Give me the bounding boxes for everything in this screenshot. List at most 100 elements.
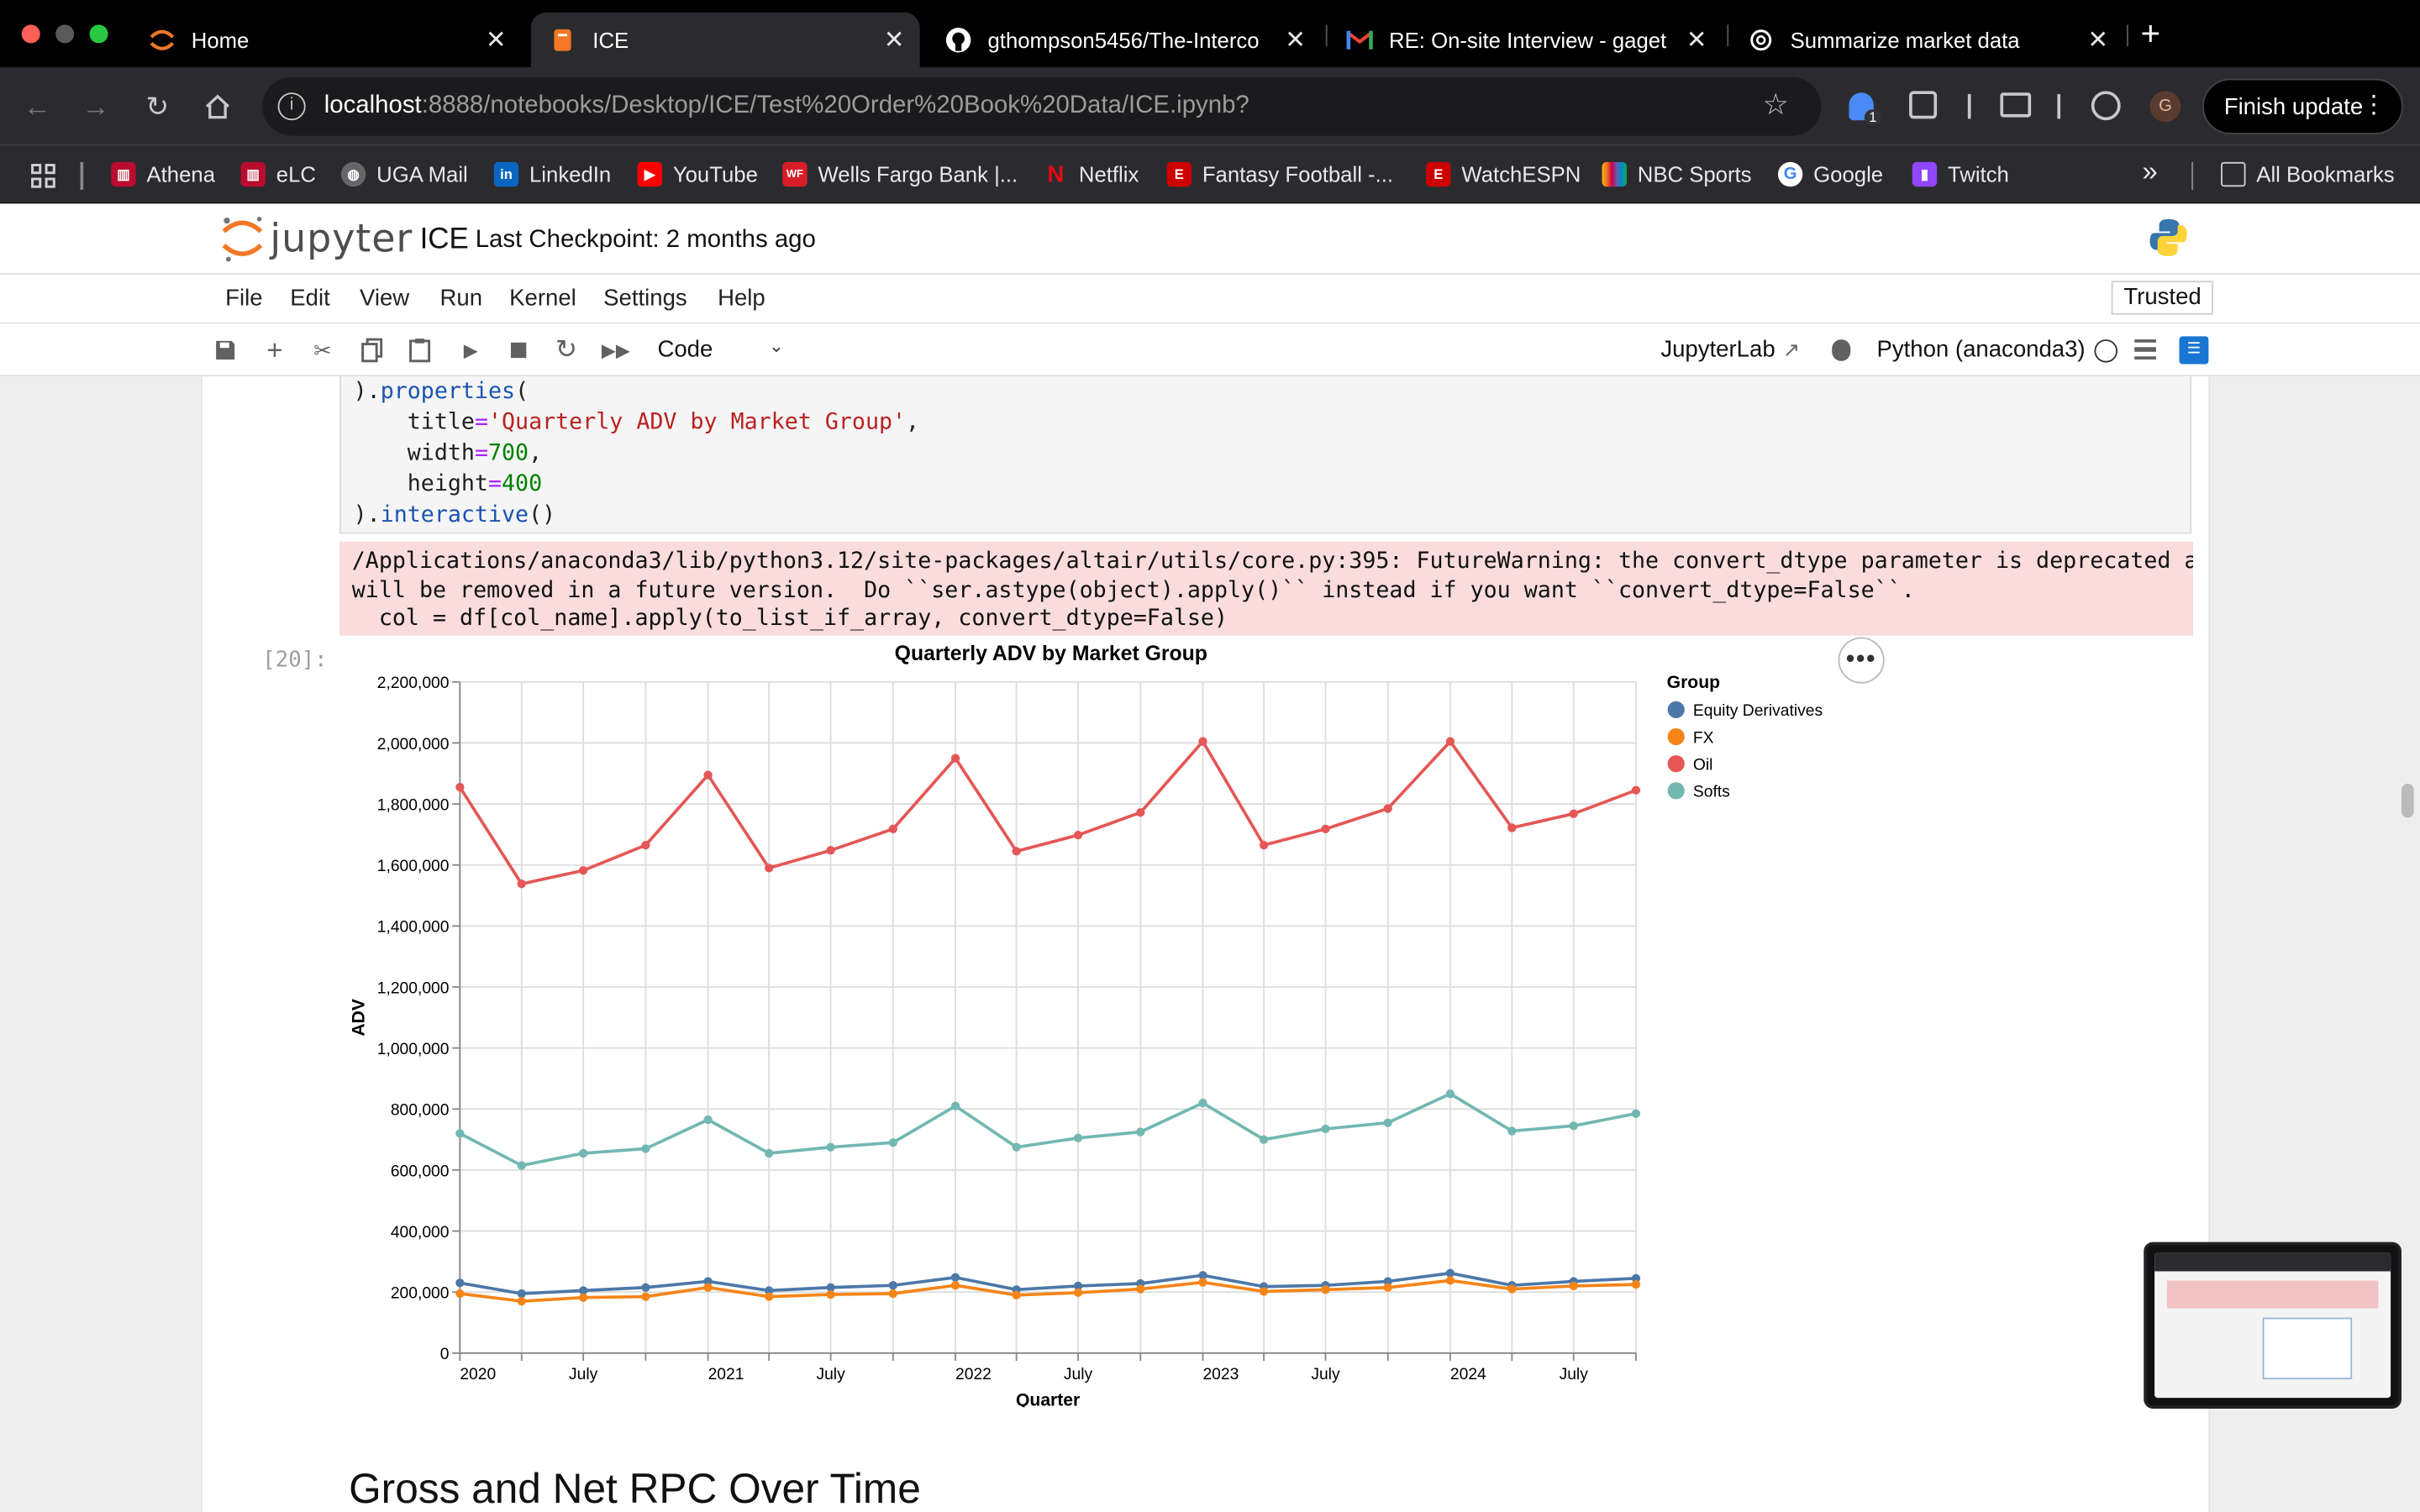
tab-ice[interactable]: ICE ✕ bbox=[530, 12, 920, 68]
notebook-name[interactable]: ICE bbox=[420, 223, 469, 257]
bookmark-elc[interactable]: ▥ eLC bbox=[240, 159, 316, 190]
minimize-window-button[interactable] bbox=[55, 24, 75, 44]
back-icon[interactable]: ← bbox=[15, 85, 58, 128]
menu-run[interactable]: Run bbox=[439, 286, 482, 312]
data-point[interactable] bbox=[1198, 1098, 1207, 1108]
data-point[interactable] bbox=[888, 1138, 897, 1147]
home-icon[interactable] bbox=[196, 85, 239, 128]
run-icon[interactable]: ▶ bbox=[457, 336, 485, 364]
data-point[interactable] bbox=[1383, 1283, 1392, 1292]
close-icon[interactable]: ✕ bbox=[1686, 24, 1707, 55]
data-point[interactable] bbox=[888, 824, 897, 834]
data-point[interactable] bbox=[1507, 1284, 1517, 1294]
jupyter-logo[interactable]: jupyter bbox=[219, 213, 412, 265]
data-point[interactable] bbox=[765, 864, 774, 873]
data-point[interactable] bbox=[1383, 804, 1392, 813]
avatar[interactable]: G bbox=[2149, 91, 2181, 123]
data-point[interactable] bbox=[1569, 809, 1578, 818]
bookmark-twitch[interactable]: ▮ Twitch bbox=[1912, 159, 2009, 190]
data-point[interactable] bbox=[703, 1115, 713, 1125]
trusted-indicator[interactable]: Trusted bbox=[2111, 281, 2214, 315]
close-window-button[interactable] bbox=[21, 24, 40, 44]
data-point[interactable] bbox=[1012, 847, 1021, 856]
data-point[interactable] bbox=[579, 1293, 588, 1302]
more-bookmarks-icon[interactable]: » bbox=[2142, 155, 2157, 187]
toc-icon[interactable] bbox=[2134, 339, 2156, 360]
data-point[interactable] bbox=[455, 1289, 465, 1299]
bookmark-watchespn[interactable]: E WatchESPN bbox=[1426, 159, 1581, 190]
bookmark-linkedin[interactable]: in LinkedIn bbox=[493, 159, 611, 190]
zoom-window-button[interactable] bbox=[89, 24, 108, 44]
menu-edit[interactable]: Edit bbox=[290, 286, 329, 312]
data-point[interactable] bbox=[1507, 823, 1517, 832]
data-point[interactable] bbox=[455, 1278, 465, 1288]
debugger-icon[interactable] bbox=[1832, 339, 1851, 361]
data-point[interactable] bbox=[1631, 785, 1641, 795]
bookmark-athena[interactable]: ▥ Athena bbox=[111, 159, 215, 190]
menu-help[interactable]: Help bbox=[718, 286, 765, 312]
paste-icon[interactable] bbox=[406, 336, 434, 364]
data-point[interactable] bbox=[1445, 1276, 1455, 1285]
add-cell-icon[interactable]: + bbox=[260, 334, 288, 365]
data-point[interactable] bbox=[517, 1289, 526, 1299]
tab-chatgpt[interactable]: Summarize market data ✕ bbox=[1728, 13, 2123, 68]
data-point[interactable] bbox=[1321, 1285, 1330, 1294]
all-bookmarks[interactable]: All Bookmarks bbox=[2221, 159, 2395, 190]
menu-view[interactable]: View bbox=[360, 286, 409, 312]
property-inspector-icon[interactable]: ☰ bbox=[2179, 336, 2209, 365]
data-point[interactable] bbox=[1321, 824, 1330, 834]
data-point[interactable] bbox=[517, 1296, 526, 1306]
data-point[interactable] bbox=[826, 1142, 835, 1152]
data-point[interactable] bbox=[1073, 831, 1083, 840]
data-point[interactable] bbox=[1259, 1135, 1269, 1144]
data-point[interactable] bbox=[1569, 1281, 1578, 1291]
tab-github[interactable]: gthompson5456/The-Interco ✕ bbox=[926, 13, 1321, 68]
apps-grid-icon[interactable] bbox=[31, 164, 55, 188]
data-point[interactable] bbox=[641, 840, 650, 850]
data-point[interactable] bbox=[950, 1101, 960, 1110]
data-point[interactable] bbox=[1569, 1121, 1578, 1131]
data-point[interactable] bbox=[765, 1148, 774, 1158]
data-point[interactable] bbox=[826, 1289, 835, 1299]
bookmark-nbc-sports[interactable]: NBC Sports bbox=[1602, 159, 1752, 190]
bookmark-netflix[interactable]: N Netflix bbox=[1044, 159, 1139, 190]
data-point[interactable] bbox=[579, 1148, 588, 1158]
data-point[interactable] bbox=[888, 1289, 897, 1299]
legend-swatch[interactable] bbox=[1667, 701, 1685, 718]
data-point[interactable] bbox=[517, 879, 526, 889]
adv-line-chart[interactable]: 0 200,000 400,000 600,000 800,000 1,000,000 1,… bbox=[339, 636, 1852, 1407]
data-point[interactable] bbox=[1631, 1279, 1641, 1289]
data-point[interactable] bbox=[1631, 1109, 1641, 1118]
bookmark-fantasy-football[interactable]: E Fantasy Football -... bbox=[1166, 159, 1393, 190]
data-point[interactable] bbox=[765, 1292, 774, 1301]
address-bar[interactable]: i localhost:8888/notebooks/Desktop/ICE/T… bbox=[262, 76, 1822, 136]
finish-update-button[interactable]: Finish update ⋮ bbox=[2202, 78, 2403, 134]
menu-file[interactable]: File bbox=[225, 286, 262, 312]
data-point[interactable] bbox=[1136, 1127, 1145, 1137]
data-point[interactable] bbox=[826, 846, 835, 855]
data-point[interactable] bbox=[1507, 1126, 1517, 1136]
data-point[interactable] bbox=[455, 1129, 465, 1138]
data-point[interactable] bbox=[1321, 1124, 1330, 1134]
bookmark-uga-mail[interactable]: ◍ UGA Mail bbox=[340, 159, 468, 190]
data-point[interactable] bbox=[641, 1292, 650, 1301]
fast-forward-icon[interactable]: ▶▶ bbox=[602, 336, 630, 364]
close-icon[interactable]: ✕ bbox=[1285, 24, 1306, 55]
jupyterlab-link[interactable]: JupyterLab ↗ bbox=[1660, 336, 1800, 362]
tab-home[interactable]: Home ✕ bbox=[129, 13, 522, 68]
data-point[interactable] bbox=[1445, 1089, 1455, 1099]
data-point[interactable] bbox=[1073, 1288, 1083, 1298]
menu-settings[interactable]: Settings bbox=[603, 286, 687, 312]
legend-swatch[interactable] bbox=[1667, 727, 1685, 746]
data-point[interactable] bbox=[1136, 1284, 1145, 1294]
data-point[interactable] bbox=[950, 1281, 960, 1290]
site-info-icon[interactable]: i bbox=[277, 92, 306, 121]
data-point[interactable] bbox=[888, 1281, 897, 1290]
data-point[interactable] bbox=[579, 866, 588, 875]
data-point[interactable] bbox=[1136, 808, 1145, 817]
screen-preview-thumbnail[interactable] bbox=[2144, 1242, 2402, 1409]
legend-swatch[interactable] bbox=[1667, 782, 1685, 800]
close-icon[interactable]: ✕ bbox=[2087, 24, 2108, 55]
bookmark-star-icon[interactable]: ☆ bbox=[1763, 88, 1789, 123]
data-point[interactable] bbox=[1198, 737, 1207, 746]
